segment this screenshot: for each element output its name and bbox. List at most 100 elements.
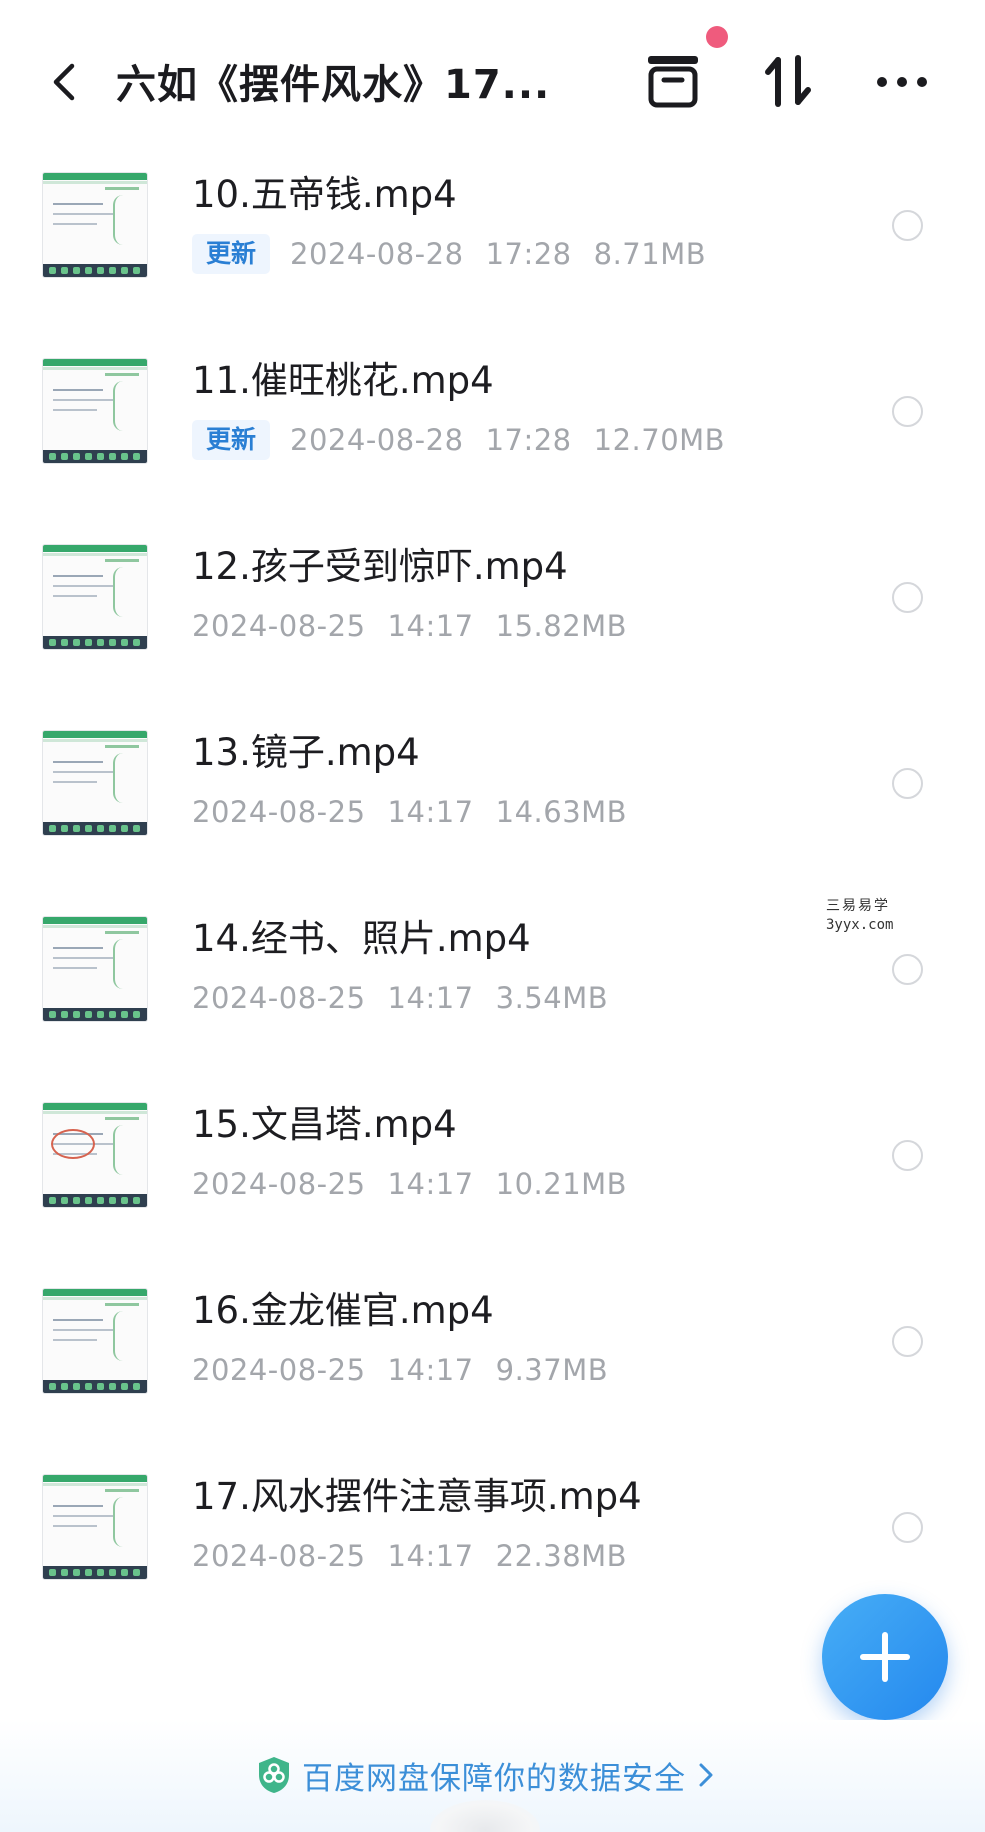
file-meta-text: 2024-08-28 17:28 8.71MB (290, 237, 728, 271)
thumb-header (43, 1289, 147, 1296)
thumb-subheader (43, 1297, 147, 1300)
thumb-line (53, 399, 113, 401)
thumb-taskbar (43, 1566, 147, 1579)
security-link[interactable]: 百度网盘保障你的数据安全 (256, 1750, 716, 1800)
file-meta: 2024-08-25 14:17 22.38MB (192, 1534, 649, 1578)
thumb-line (53, 223, 97, 225)
thumb-header (43, 1475, 147, 1482)
back-button[interactable] (44, 56, 84, 108)
thumb-taskbar (43, 1194, 147, 1207)
thumb-header (43, 359, 147, 366)
thumb-header (43, 545, 147, 552)
thumb-subheader (43, 1483, 147, 1486)
file-date: 2024-08-25 (192, 609, 366, 643)
video-thumbnail (42, 358, 148, 464)
thumb-branch (113, 1311, 133, 1361)
select-checkbox[interactable] (892, 954, 923, 985)
video-thumbnail (42, 730, 148, 836)
file-size: 9.37MB (495, 1353, 609, 1387)
file-row[interactable]: 15.文昌塔.mp4 2024-08-25 14:17 10.21MB (0, 1080, 985, 1266)
shield-icon (259, 1757, 289, 1793)
file-name: 12.孩子受到惊吓.mp4 (192, 545, 568, 588)
thumb-branch (113, 381, 133, 431)
thumb-line (53, 1505, 103, 1507)
file-meta: 更新 2024-08-28 17:28 8.71MB (192, 232, 728, 276)
thumb-line (105, 931, 139, 934)
thumb-branch (113, 939, 133, 989)
thumb-header (43, 917, 147, 924)
select-checkbox[interactable] (892, 768, 923, 799)
file-time: 14:17 (387, 1539, 474, 1573)
file-time: 17:28 (485, 237, 572, 271)
file-date: 2024-08-25 (192, 1539, 366, 1573)
thumb-subheader (43, 1111, 147, 1114)
thumb-taskbar (43, 1380, 147, 1393)
thumb-header (43, 731, 147, 738)
file-name: 17.风水摆件注意事项.mp4 (192, 1475, 642, 1518)
transfer-list-button[interactable] (644, 52, 702, 110)
file-date: 2024-08-25 (192, 1353, 366, 1387)
top-bar: 六如《摆件风水》17... (0, 0, 985, 150)
thumb-taskbar (43, 450, 147, 463)
select-checkbox[interactable] (892, 582, 923, 613)
thumb-header (43, 1103, 147, 1110)
thumb-line (53, 389, 103, 391)
watermark-line1: 三易易学 (826, 898, 890, 914)
file-meta: 2024-08-25 14:17 10.21MB (192, 1162, 649, 1206)
file-meta: 2024-08-25 14:17 3.54MB (192, 976, 630, 1020)
thumb-line (105, 373, 139, 376)
thumb-subheader (43, 367, 147, 370)
file-size: 3.54MB (495, 981, 609, 1015)
file-meta: 更新 2024-08-28 17:28 12.70MB (192, 418, 747, 462)
file-meta: 2024-08-25 14:17 14.63MB (192, 790, 649, 834)
select-checkbox[interactable] (892, 396, 923, 427)
file-size: 14.63MB (495, 795, 628, 829)
thumb-line (53, 1515, 113, 1517)
file-row[interactable]: 11.催旺桃花.mp4 更新 2024-08-28 17:28 12.70MB (0, 336, 985, 522)
video-thumbnail (42, 916, 148, 1022)
file-row[interactable]: 16.金龙催官.mp4 2024-08-25 14:17 9.37MB (0, 1266, 985, 1452)
thumb-line (105, 187, 139, 190)
watermark-line2: 3yyx.com (826, 917, 894, 933)
thumb-line (53, 781, 97, 783)
select-checkbox[interactable] (892, 1140, 923, 1171)
sort-button[interactable] (762, 52, 814, 110)
file-list-page: 六如《摆件风水》17... 10.五帝钱.mp4 更新 2024-08-28 1… (0, 0, 985, 1832)
file-name: 16.金龙催官.mp4 (192, 1289, 494, 1332)
file-meta-text: 2024-08-25 14:17 10.21MB (192, 1167, 649, 1201)
file-meta: 2024-08-25 14:17 9.37MB (192, 1348, 630, 1392)
thumb-annotation (51, 1129, 95, 1159)
video-thumbnail (42, 1474, 148, 1580)
thumb-subheader (43, 925, 147, 928)
thumb-subheader (43, 739, 147, 742)
file-row[interactable]: 12.孩子受到惊吓.mp4 2024-08-25 14:17 15.82MB (0, 522, 985, 708)
more-button[interactable] (874, 62, 930, 102)
thumb-subheader (43, 553, 147, 556)
file-date: 2024-08-25 (192, 795, 366, 829)
file-name: 10.五帝钱.mp4 (192, 173, 457, 216)
thumb-line (53, 761, 103, 763)
chevron-left-icon (53, 63, 75, 101)
file-meta-text: 2024-08-28 17:28 12.70MB (290, 423, 747, 457)
file-time: 14:17 (387, 609, 474, 643)
add-button[interactable] (822, 1594, 948, 1720)
thumb-line (53, 957, 113, 959)
file-row[interactable]: 13.镜子.mp4 2024-08-25 14:17 14.63MB (0, 708, 985, 894)
file-size: 10.21MB (495, 1167, 628, 1201)
thumb-branch (113, 1125, 133, 1175)
thumb-line (53, 213, 113, 215)
select-checkbox[interactable] (892, 210, 923, 241)
file-size: 22.38MB (495, 1539, 628, 1573)
file-row[interactable]: 10.五帝钱.mp4 更新 2024-08-28 17:28 8.71MB (0, 150, 985, 336)
file-row[interactable]: 17.风水摆件注意事项.mp4 2024-08-25 14:17 22.38MB (0, 1452, 985, 1638)
select-checkbox[interactable] (892, 1512, 923, 1543)
thumb-taskbar (43, 636, 147, 649)
select-checkbox[interactable] (892, 1326, 923, 1357)
update-badge: 更新 (192, 420, 271, 460)
thumb-header (43, 173, 147, 180)
thumb-branch (113, 1497, 133, 1547)
thumb-line (53, 1319, 103, 1321)
thumb-line (53, 595, 97, 597)
notification-dot (706, 26, 728, 48)
chevron-right-icon (699, 1763, 713, 1787)
